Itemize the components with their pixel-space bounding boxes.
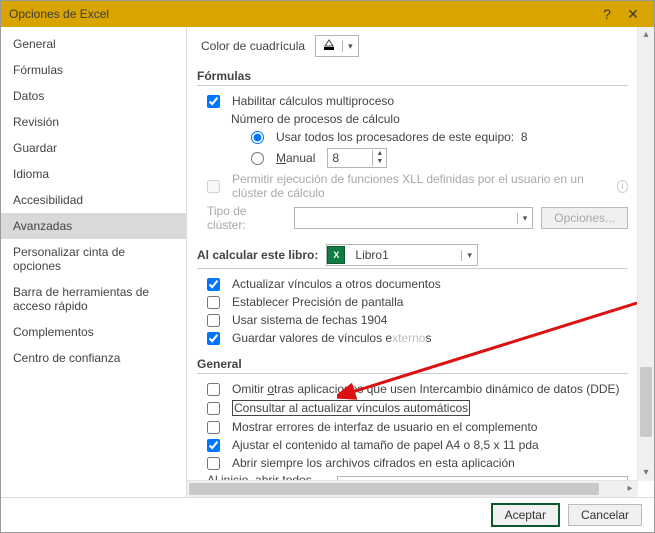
scroll-up-icon[interactable]: ▴	[638, 27, 654, 43]
section-formulas: Fórmulas	[197, 63, 628, 86]
cancel-button[interactable]: Cancelar	[568, 504, 642, 526]
window-title: Opciones de Excel	[9, 7, 109, 21]
grid-color-label: Color de cuadrícula	[201, 39, 305, 53]
nproc-label: Número de procesos de cálculo	[231, 112, 400, 126]
scroll-right-icon[interactable]: ▸	[622, 481, 638, 497]
enable-multithread-label: Habilitar cálculos multiproceso	[232, 94, 394, 108]
dialog-footer: Aceptar Cancelar	[1, 497, 654, 532]
open-encrypted-checkbox[interactable]	[207, 457, 220, 470]
grid-color-picker[interactable]: ▾	[315, 35, 359, 57]
ok-button[interactable]: Aceptar	[491, 503, 560, 527]
horizontal-scroll-thumb[interactable]	[189, 483, 599, 495]
sidebar-item-general[interactable]: General	[1, 31, 186, 57]
cluster-options-button: Opciones...	[541, 207, 628, 229]
chevron-down-icon: ▾	[461, 250, 477, 261]
allow-xll-label: Permitir ejecución de funciones XLL defi…	[232, 172, 607, 200]
set-precision-checkbox[interactable]	[207, 296, 220, 309]
excel-options-dialog: Opciones de Excel ? ✕ GeneralFórmulasDat…	[0, 0, 655, 533]
info-icon[interactable]: i	[617, 180, 628, 193]
horizontal-scrollbar[interactable]: ◂ ▸	[187, 480, 638, 497]
ignore-dde-checkbox[interactable]	[207, 383, 220, 396]
update-links-label: Actualizar vínculos a otros documentos	[232, 277, 441, 291]
chevron-down-icon: ▾	[517, 213, 533, 224]
close-button[interactable]: ✕	[620, 1, 646, 27]
fit-a4-checkbox[interactable]	[207, 439, 220, 452]
scroll-down-icon[interactable]: ▾	[638, 465, 654, 481]
date-1904-label: Usar sistema de fechas 1904	[232, 313, 387, 327]
cluster-type-label: Tipo de clúster:	[207, 204, 286, 232]
ignore-dde-label: Omitir otras aplicaciones que usen Inter…	[232, 382, 620, 396]
sidebar-item-personalizar-cinta-de-opciones[interactable]: Personalizar cinta de opciones	[1, 239, 186, 279]
use-all-processors-radio[interactable]	[251, 131, 264, 144]
section-general: General	[197, 351, 628, 374]
save-ext-links-checkbox[interactable]	[207, 332, 220, 345]
sidebar-item-complementos[interactable]: Complementos	[1, 319, 186, 345]
sidebar-item-guardar[interactable]: Guardar	[1, 135, 186, 161]
vertical-scroll-thumb[interactable]	[640, 367, 652, 437]
enable-multithread-checkbox[interactable]	[207, 95, 220, 108]
ask-update-links-label: Consultar al actualizar vínculos automát…	[232, 400, 470, 416]
use-all-processors-label: Usar todos los procesadores de este equi…	[276, 130, 528, 144]
set-precision-label: Establecer Precisión de pantalla	[232, 295, 403, 309]
update-links-checkbox[interactable]	[207, 278, 220, 291]
manual-processors-radio[interactable]	[251, 152, 264, 165]
vertical-scrollbar[interactable]: ▴ ▾	[637, 27, 654, 481]
sidebar-item-accesibilidad[interactable]: Accesibilidad	[1, 187, 186, 213]
excel-icon: X	[327, 246, 345, 264]
chevron-down-icon: ▾	[342, 41, 358, 52]
sidebar-item-datos[interactable]: Datos	[1, 83, 186, 109]
section-workbook-calc: Al calcular este libro: X Libro1 ▾	[197, 238, 628, 269]
manual-processors-spinner[interactable]: 8 ▲▼	[327, 148, 387, 168]
titlebar: Opciones de Excel ? ✕	[1, 1, 654, 27]
open-encrypted-label: Abrir siempre los archivos cifrados en e…	[232, 456, 515, 470]
manual-processors-label: Manual	[276, 151, 315, 165]
help-button[interactable]: ?	[594, 1, 620, 27]
spinner-up-icon[interactable]: ▲	[373, 150, 386, 158]
fit-a4-label: Ajustar el contenido al tamaño de papel …	[232, 438, 539, 452]
sidebar-item-revisi-n[interactable]: Revisión	[1, 109, 186, 135]
addin-ui-errors-checkbox[interactable]	[207, 421, 220, 434]
addin-ui-errors-label: Mostrar errores de interfaz de usuario e…	[232, 420, 537, 434]
cluster-type-combo: ▾	[294, 207, 534, 229]
content-panel: Color de cuadrícula ▾ Fórmulas Habilitar…	[187, 27, 654, 497]
sidebar-item-barra-de-herramientas-de-acceso-r-pido[interactable]: Barra de herramientas de acceso rápido	[1, 279, 186, 319]
spinner-down-icon[interactable]: ▼	[373, 158, 386, 166]
sidebar-item-centro-de-confianza[interactable]: Centro de confianza	[1, 345, 186, 371]
sidebar-item-idioma[interactable]: Idioma	[1, 161, 186, 187]
date-1904-checkbox[interactable]	[207, 314, 220, 327]
workbook-selector[interactable]: X Libro1 ▾	[326, 244, 478, 266]
category-sidebar: GeneralFórmulasDatosRevisiónGuardarIdiom…	[1, 27, 187, 497]
save-ext-links-label: Guardar valores de vínculos externos	[232, 331, 431, 345]
sidebar-item-avanzadas[interactable]: Avanzadas	[1, 213, 186, 239]
sidebar-item-f-rmulas[interactable]: Fórmulas	[1, 57, 186, 83]
ask-update-links-checkbox[interactable]	[207, 402, 220, 415]
allow-xll-checkbox	[207, 180, 220, 193]
